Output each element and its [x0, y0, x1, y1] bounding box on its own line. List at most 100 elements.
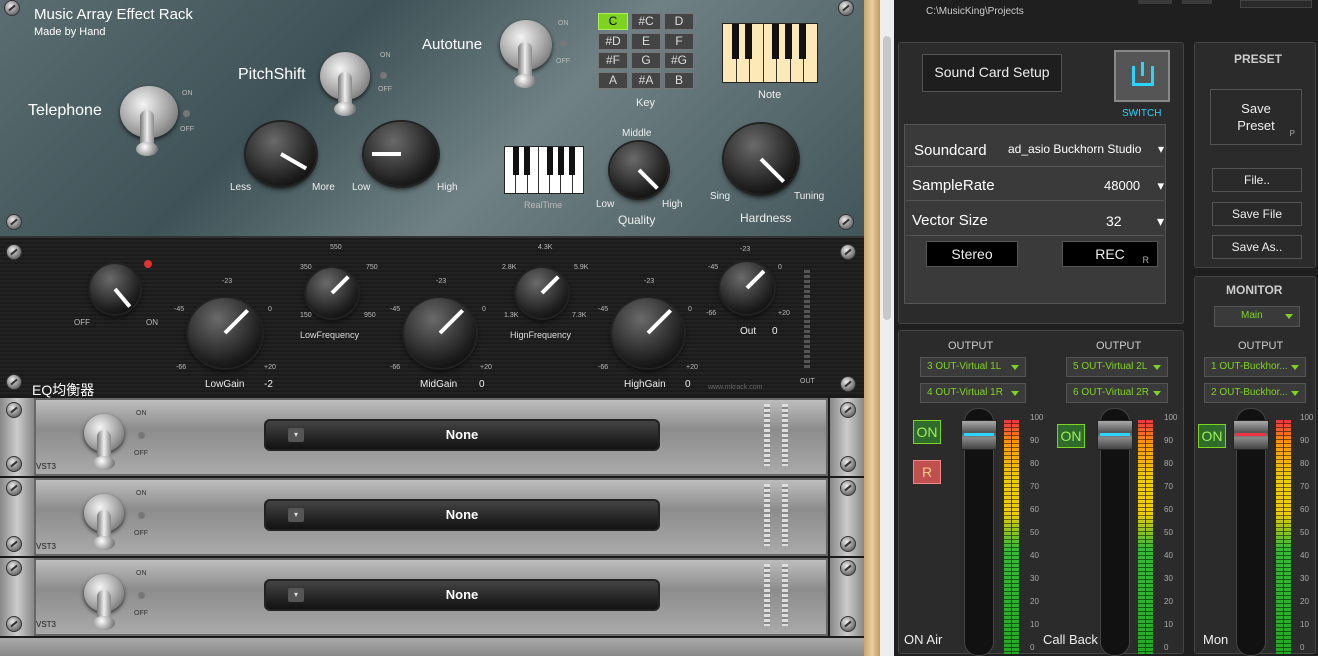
key-button-g[interactable]: G	[631, 52, 661, 69]
key-button-b[interactable]: B	[664, 72, 694, 89]
key-button-asharp[interactable]: #A	[631, 72, 661, 89]
sound-card-setup-button[interactable]: Sound Card Setup	[922, 54, 1062, 92]
save-preset-button[interactable]: Save Preset P	[1210, 89, 1302, 145]
highfrequency-knob[interactable]	[516, 268, 568, 318]
mon-meter-right	[1284, 420, 1291, 654]
out-tick: -66	[706, 310, 717, 317]
highgain-tick: -45	[598, 306, 609, 313]
less-label: Less	[230, 182, 252, 193]
meter-scale-tick: 30	[1164, 574, 1173, 583]
quality-high-label: High	[662, 199, 683, 210]
note-piano[interactable]	[722, 23, 818, 83]
preset-title: PRESET	[1234, 52, 1283, 66]
wood-border	[864, 0, 880, 656]
on-air-fader-handle[interactable]	[961, 420, 997, 450]
plugin-led	[138, 512, 145, 519]
soundcard-select[interactable]: ad_asio Buckhorn Studio ▾	[1008, 142, 1166, 156]
quality-middle-label: Middle	[622, 128, 652, 139]
dropdown-arrow-icon[interactable]: ▾	[288, 428, 304, 442]
realtime-piano[interactable]	[504, 146, 584, 194]
meter-scale-tick: 0	[1300, 643, 1305, 652]
meter-scale-tick: 20	[1300, 597, 1309, 606]
out-knob[interactable]	[720, 262, 774, 314]
meter-scale-tick: 10	[1030, 620, 1039, 629]
lowfrequency-knob[interactable]	[306, 268, 358, 318]
key-button-d[interactable]: D	[664, 13, 694, 30]
vector-size-select[interactable]: 32 ▾	[1106, 213, 1166, 229]
pitchshift-amount-knob[interactable]	[246, 122, 316, 186]
hardness-knob[interactable]	[724, 124, 798, 194]
output-label: OUTPUT	[948, 340, 994, 352]
output-select-1[interactable]: 1 OUT-Buckhor...	[1204, 357, 1306, 377]
on-air-record-button[interactable]: R	[913, 460, 941, 484]
mon-fader-handle[interactable]	[1233, 420, 1269, 450]
output-select-2[interactable]: 4 OUT-Virtual 1R	[920, 383, 1026, 403]
eq-power-knob[interactable]	[90, 264, 140, 314]
note-label: Note	[758, 89, 782, 101]
screw-icon	[6, 560, 22, 576]
call-back-on-button[interactable]: ON	[1057, 424, 1085, 448]
plugin-meter	[764, 404, 770, 466]
highfreq-tick: 1.3K	[504, 312, 519, 319]
meter-scale-tick: 40	[1164, 551, 1173, 560]
output-select-1[interactable]: 3 OUT-Virtual 1L	[920, 357, 1026, 377]
highgain-value: 0	[685, 379, 691, 390]
quality-label: Quality	[618, 213, 656, 227]
stereo-button[interactable]: Stereo	[926, 241, 1018, 267]
rec-shortcut: R	[1142, 255, 1150, 265]
key-button-gsharp[interactable]: #G	[664, 52, 694, 69]
out-tick: -45	[708, 264, 719, 271]
plugin-select[interactable]: ▾ None	[264, 419, 660, 451]
output-select-2[interactable]: 2 OUT-Buckhor...	[1204, 383, 1306, 403]
key-button-fsharp[interactable]: #F	[598, 52, 628, 69]
meter-scale-tick: 60	[1300, 505, 1309, 514]
screw-icon	[838, 0, 854, 16]
switch-button[interactable]	[1114, 50, 1170, 102]
save-as-button[interactable]: Save As..	[1212, 235, 1302, 259]
call-back-label: Call Back	[1043, 632, 1098, 647]
on-air-on-button[interactable]: ON	[913, 420, 941, 444]
midgain-label: MidGain	[420, 379, 458, 390]
lowgain-value: -2	[264, 379, 273, 390]
low-label: Low	[352, 182, 371, 193]
plugin-select[interactable]: ▾ None	[264, 499, 660, 531]
dropdown-arrow-icon[interactable]: ▾	[288, 588, 304, 602]
quality-knob[interactable]	[610, 142, 668, 198]
scrollbar-thumb[interactable]	[883, 36, 891, 320]
mon-label: Mon	[1203, 632, 1229, 647]
top-button-partial	[1138, 0, 1172, 4]
key-button-csharp[interactable]: #C	[631, 13, 661, 30]
call-back-fader-handle[interactable]	[1097, 420, 1133, 450]
plugin-meter	[764, 484, 770, 546]
plugin-off-label: OFF	[134, 450, 148, 457]
dropdown-arrow-icon[interactable]: ▾	[288, 508, 304, 522]
plugin-select[interactable]: ▾ None	[264, 579, 660, 611]
autotune-on-label: ON	[558, 20, 569, 27]
scrollbar[interactable]	[880, 0, 894, 656]
file-button[interactable]: File..	[1212, 168, 1302, 192]
rec-button[interactable]: REC R	[1062, 241, 1158, 267]
pitchshift-range-knob[interactable]	[364, 122, 438, 186]
eq-power-led	[144, 260, 152, 268]
on-air-meter-right	[1012, 420, 1019, 654]
monitor-select[interactable]: Main	[1214, 306, 1300, 327]
realtime-label: RealTime	[524, 200, 563, 210]
lowfreq-tick: 750	[366, 264, 378, 271]
samplerate-select[interactable]: 48000 ▾	[1104, 178, 1166, 193]
key-button-a[interactable]: A	[598, 72, 628, 89]
key-button-e[interactable]: E	[631, 33, 661, 50]
output-select-1[interactable]: 5 OUT-Virtual 2L	[1066, 357, 1168, 377]
mon-on-button[interactable]: ON	[1198, 424, 1226, 448]
highfreq-tick: 5.9K	[574, 264, 589, 271]
save-file-button[interactable]: Save File	[1212, 202, 1302, 226]
key-button-dsharp[interactable]: #D	[598, 33, 628, 50]
key-button-f[interactable]: F	[664, 33, 694, 50]
midgain-knob[interactable]	[404, 298, 476, 368]
meter-scale-tick: 20	[1164, 597, 1173, 606]
highgain-knob[interactable]	[612, 298, 684, 368]
out-label: Out	[740, 326, 757, 337]
lowgain-knob[interactable]	[188, 298, 262, 368]
output-select-2[interactable]: 6 OUT-Virtual 2R	[1066, 383, 1168, 403]
meter-scale-tick: 70	[1164, 482, 1173, 491]
key-button-c[interactable]: C	[598, 13, 628, 30]
